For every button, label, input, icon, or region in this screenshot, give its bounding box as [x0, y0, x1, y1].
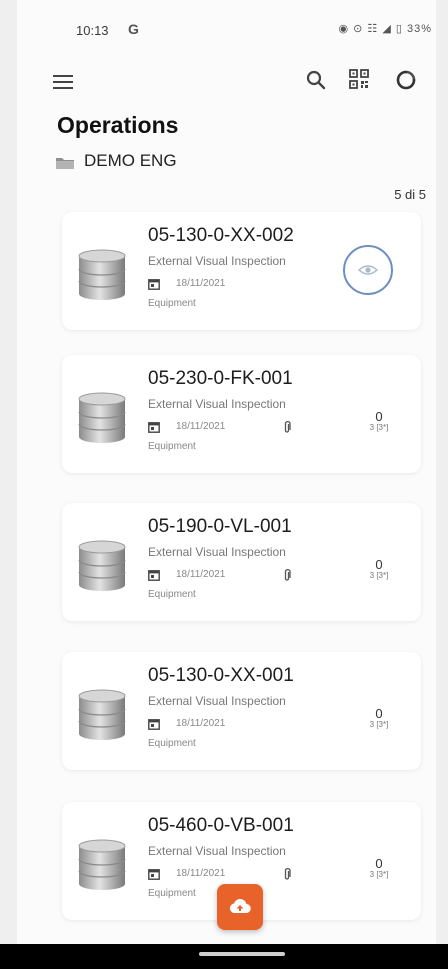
folder-icon	[56, 158, 74, 169]
home-gesture-handle[interactable]	[199, 952, 285, 956]
operation-type: External Visual Inspection	[148, 694, 286, 708]
operation-category: Equipment	[148, 738, 196, 749]
pending-count: 0	[375, 856, 383, 871]
qr-code-icon[interactable]	[348, 68, 370, 90]
sync-upload-fab[interactable]	[217, 884, 263, 930]
operation-date: 18/11/2021	[176, 421, 226, 432]
refresh-icon[interactable]	[394, 68, 418, 92]
operation-type: External Visual Inspection	[148, 397, 286, 411]
operation-date: 18/11/2021	[176, 868, 226, 879]
operation-card[interactable]: 05-230-0-FK-001 External Visual Inspecti…	[62, 355, 421, 473]
operation-type: External Visual Inspection	[148, 545, 286, 559]
database-icon	[78, 392, 126, 443]
eye-icon	[358, 265, 378, 275]
calendar-icon	[148, 422, 160, 433]
screen-frame-right	[436, 0, 448, 969]
pending-count-detail: 3 [3*]	[369, 720, 389, 729]
pending-count-detail: 3 [3*]	[369, 870, 389, 879]
folder-label: DEMO ENG	[84, 151, 177, 170]
status-bar: 10:13 G ◉ ⊙ ☷ ◢ ▯ 33%	[17, 0, 436, 38]
operation-date: 18/11/2021	[176, 278, 226, 289]
app-bar	[17, 60, 436, 100]
operation-code: 05-190-0-VL-001	[148, 516, 292, 537]
calendar-icon	[148, 719, 160, 730]
operation-date: 18/11/2021	[176, 718, 226, 729]
search-icon[interactable]	[304, 68, 328, 92]
operation-code: 05-460-0-VB-001	[148, 815, 294, 836]
operation-code: 05-130-0-XX-001	[148, 665, 294, 686]
calendar-icon	[148, 869, 160, 880]
view-button[interactable]	[343, 245, 393, 295]
operation-date: 18/11/2021	[176, 569, 226, 580]
operation-type: External Visual Inspection	[148, 844, 286, 858]
attachment-icon	[284, 569, 291, 581]
pending-count-detail: 3 [3*]	[369, 423, 389, 432]
operation-code: 05-230-0-FK-001	[148, 368, 293, 389]
operation-type: External Visual Inspection	[148, 254, 286, 268]
app-screen: 10:13 G ◉ ⊙ ☷ ◢ ▯ 33% Operations DEMO EN…	[17, 0, 436, 969]
status-indicators: ◉ ⊙ ☷ ◢ ▯ 33%	[338, 23, 432, 35]
operation-category: Equipment	[148, 589, 196, 600]
system-navigation-bar	[0, 944, 448, 969]
operation-card[interactable]: 05-130-0-XX-001 External Visual Inspecti…	[62, 652, 421, 770]
database-icon	[78, 689, 126, 740]
database-icon	[78, 249, 126, 300]
pending-count: 0	[375, 557, 383, 572]
screen-frame-left	[0, 0, 17, 969]
google-icon: G	[128, 21, 139, 37]
database-icon	[78, 839, 126, 890]
calendar-icon	[148, 570, 160, 581]
attachment-icon	[284, 868, 291, 880]
hamburger-menu-icon[interactable]	[53, 75, 73, 89]
operation-code: 05-130-0-XX-002	[148, 225, 294, 246]
operation-category: Equipment	[148, 441, 196, 452]
attachment-icon	[284, 421, 291, 433]
pending-count: 0	[375, 409, 383, 424]
operation-category: Equipment	[148, 298, 196, 309]
cloud-upload-icon	[229, 899, 251, 914]
status-time: 10:13	[76, 23, 109, 38]
operation-card[interactable]: 05-130-0-XX-002 External Visual Inspecti…	[62, 212, 421, 330]
operation-card[interactable]: 05-190-0-VL-001 External Visual Inspecti…	[62, 503, 421, 621]
calendar-icon	[148, 279, 160, 290]
database-icon	[78, 540, 126, 591]
pending-count: 0	[375, 706, 383, 721]
page-title: Operations	[57, 112, 179, 138]
operation-category: Equipment	[148, 888, 196, 899]
pending-count-detail: 3 [3*]	[369, 571, 389, 580]
results-counter: 5 di 5	[394, 187, 426, 202]
